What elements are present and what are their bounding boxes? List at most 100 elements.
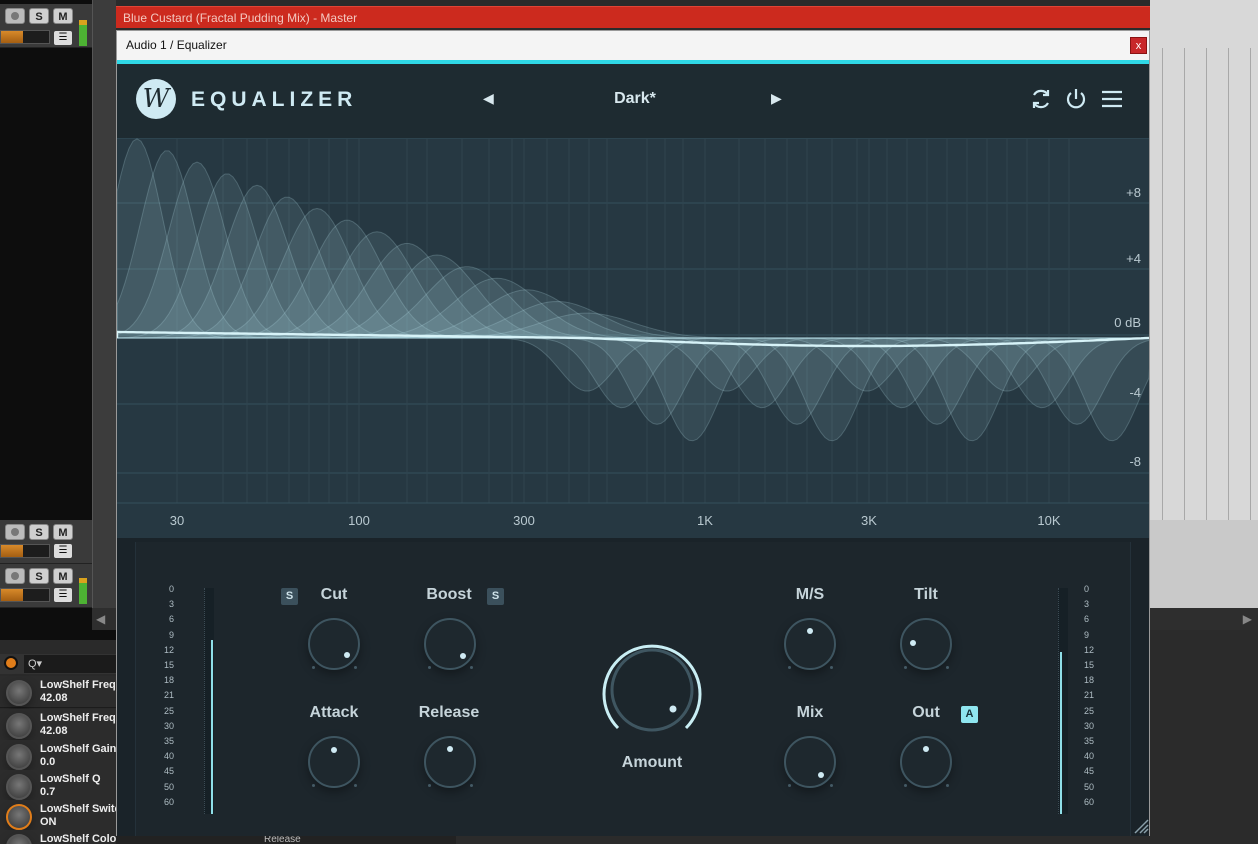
ms-knob[interactable] — [784, 618, 836, 670]
meter-tick-label: 3 — [168, 599, 174, 610]
mute-button[interactable]: M — [53, 568, 73, 584]
meter-tick-label: 9 — [168, 629, 174, 640]
param-row[interactable]: LowShelf Switch ON — [0, 800, 127, 832]
meter-tick-label: 40 — [163, 751, 174, 762]
param-name: LowShelf Q — [40, 773, 101, 785]
controls-panel: 0 3 6 9 12 15 18 21 25 30 35 40 45 50 60 0 3 6 9 12 15 18 21 2… — [117, 538, 1149, 836]
volume-fader[interactable] — [0, 588, 50, 602]
release-knob[interactable] — [424, 736, 476, 788]
meter-tick-label: 0 — [1084, 584, 1090, 594]
meter-tick-label: 3 — [1084, 599, 1090, 610]
record-arm-button[interactable] — [5, 568, 25, 584]
attack-label: Attack — [309, 704, 359, 721]
mix-knob[interactable] — [784, 736, 836, 788]
meter-tick-label: 25 — [163, 705, 174, 716]
param-value: 0.7 — [40, 786, 56, 798]
cut-knob[interactable] — [308, 618, 360, 670]
param-row[interactable]: LowShelf Frequ 42.08 — [0, 676, 123, 708]
mute-button[interactable]: M — [53, 8, 73, 24]
param-value: 42.08 — [40, 692, 68, 704]
close-button[interactable]: x — [1130, 37, 1147, 54]
volume-fader[interactable] — [0, 30, 50, 44]
record-arm-button[interactable] — [5, 524, 25, 540]
freq-label: 1K — [697, 513, 713, 528]
amount-label: Amount — [621, 754, 683, 771]
meter-tick-label: 6 — [168, 614, 174, 625]
meter-tick-label: 25 — [1084, 705, 1095, 716]
window-titlebar[interactable]: Audio 1 / Equalizer x — [117, 31, 1149, 61]
param-value: 42.08 — [40, 725, 68, 737]
device-power-icon[interactable] — [4, 656, 18, 670]
menu-icon[interactable] — [1099, 86, 1125, 112]
track-header-3: S M ☰ — [0, 564, 92, 608]
preset-next-button[interactable]: ▶ — [771, 90, 782, 107]
solo-button[interactable]: S — [29, 568, 49, 584]
record-arm-button[interactable] — [5, 8, 25, 24]
meter-tick-label: 35 — [163, 736, 174, 746]
db-label: -8 — [1129, 454, 1141, 469]
preset-prev-button[interactable]: ◀ — [483, 90, 494, 107]
meter-tick-label: 30 — [1084, 720, 1095, 731]
param-value: 0.0 — [40, 756, 56, 768]
track-menu-button[interactable]: ☰ — [54, 544, 72, 558]
power-icon[interactable] — [1063, 86, 1089, 112]
meter-tick-label: 45 — [163, 766, 174, 777]
input-meter — [204, 588, 214, 814]
controls-inner: 0 3 6 9 12 15 18 21 25 30 35 40 45 50 60 0 3 6 9 12 15 18 21 2… — [135, 542, 1131, 836]
freq-label: 30 — [170, 513, 184, 528]
out-knob[interactable] — [900, 736, 952, 788]
freq-label: 10K — [1037, 513, 1060, 528]
param-row[interactable]: LowShelf Frequ 42.08 — [0, 709, 123, 741]
equalizer-plugin: W EQUALIZER ◀ Dark* ▶ +8 +4 0 dB -4 -8 3… — [117, 64, 1149, 836]
eq-graph[interactable]: +8 +4 0 dB -4 -8 30 100 300 1K 3K 10K — [117, 138, 1149, 538]
param-knob[interactable] — [6, 804, 32, 830]
mute-button[interactable]: M — [53, 524, 73, 540]
param-search-input[interactable]: Q▾ — [24, 655, 116, 673]
param-row[interactable]: LowShelf Q 0.7 — [0, 770, 116, 802]
param-knob[interactable] — [6, 834, 32, 844]
tilt-knob[interactable] — [900, 618, 952, 670]
param-knob[interactable] — [6, 680, 32, 706]
param-value: ON — [40, 816, 57, 828]
track-menu-button[interactable]: ☰ — [54, 588, 72, 602]
boost-solo-button[interactable]: S — [487, 588, 504, 605]
resize-grip-icon[interactable] — [1133, 818, 1149, 834]
attack-knob[interactable] — [308, 736, 360, 788]
scroll-left-icon[interactable]: ◀ — [96, 612, 105, 626]
preset-name[interactable]: Dark* — [535, 90, 735, 108]
meter-tick-label: 15 — [163, 660, 174, 670]
param-knob[interactable] — [6, 744, 32, 770]
sync-icon[interactable] — [1028, 86, 1054, 112]
amount-knob[interactable] — [596, 634, 708, 746]
level-meter — [79, 20, 87, 46]
meter-tick-label: 12 — [1084, 644, 1095, 655]
meter-tick-label: 18 — [163, 675, 174, 686]
boost-knob[interactable] — [424, 618, 476, 670]
output-meter-scale: 0 3 6 9 12 15 18 21 25 30 35 40 45 50 60 — [1084, 584, 1108, 814]
window-title: Audio 1 / Equalizer — [126, 38, 227, 52]
param-name: LowShelf Frequ — [40, 679, 123, 691]
master-track-bar[interactable]: Blue Custard (Fractal Pudding Mix) - Mas… — [116, 6, 1258, 55]
meter-tick-label: 40 — [1084, 751, 1095, 762]
scroll-right-icon[interactable]: ▶ — [1243, 612, 1252, 626]
db-label: 0 dB — [1114, 315, 1141, 330]
solo-button[interactable]: S — [29, 524, 49, 540]
meter-tick-label: 35 — [1084, 736, 1095, 746]
meter-tick-label: 15 — [1084, 660, 1095, 670]
solo-button[interactable]: S — [29, 8, 49, 24]
volume-fader[interactable] — [0, 544, 50, 558]
mix-label: Mix — [796, 704, 824, 721]
param-row[interactable]: LowShelf Gain 0.0 — [0, 740, 116, 772]
param-row[interactable]: LowShelf Color — [0, 830, 121, 844]
freq-label: 3K — [861, 513, 877, 528]
auto-gain-button[interactable]: A — [961, 706, 978, 723]
param-knob[interactable] — [6, 713, 32, 739]
arrangement-area[interactable] — [1150, 0, 1258, 608]
input-meter-scale: 0 3 6 9 12 15 18 21 25 30 35 40 45 50 60 — [152, 584, 176, 814]
track-header-2: S M ☰ — [0, 520, 92, 564]
track-menu-button[interactable]: ☰ — [54, 31, 72, 45]
param-knob[interactable] — [6, 774, 32, 800]
param-name: LowShelf Gain — [40, 743, 117, 755]
meter-tick-label: 50 — [1084, 781, 1095, 792]
track-header-1: S M ☰ — [0, 4, 92, 48]
